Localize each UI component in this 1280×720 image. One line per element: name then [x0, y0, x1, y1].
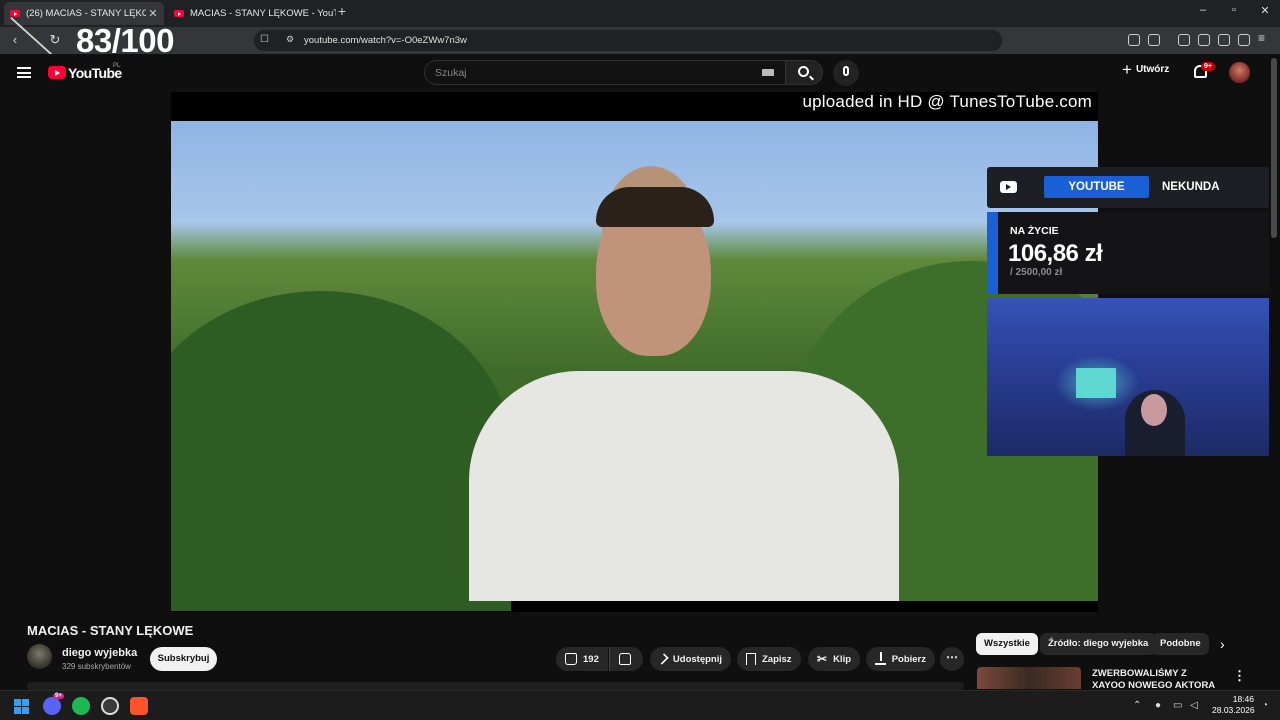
maximize-icon[interactable]: ▫ [1224, 4, 1244, 16]
search-button[interactable] [785, 60, 823, 85]
windows-start-icon[interactable] [14, 699, 29, 714]
back-icon[interactable]: ‹ [6, 32, 24, 47]
tab-title: MACIAS - STANY LĘKOWE - YouTube [190, 8, 336, 19]
overlay-tab-youtube: YOUTUBE [1044, 176, 1149, 198]
goal-amount: 106,86 zł [1008, 240, 1103, 267]
plus-icon: + [1122, 59, 1132, 79]
bookmark-icon[interactable]: ☐ [260, 34, 269, 45]
reload-icon[interactable]: ↻ [46, 32, 64, 48]
extensions-icon[interactable] [1128, 34, 1140, 46]
create-button[interactable]: + Utwórz [1122, 59, 1170, 79]
thumbs-down-icon [619, 653, 631, 665]
site-info-icon[interactable]: ⚙ [286, 34, 294, 45]
webcam-overlay [987, 298, 1269, 456]
clip-label: Klip [833, 653, 852, 665]
notification-center-icon[interactable]: ◔ [1262, 700, 1268, 711]
discord-badge: 9+ [53, 693, 64, 699]
brave-browser-icon[interactable] [130, 697, 148, 715]
app-icon[interactable] [101, 697, 119, 715]
address-bar[interactable]: ☐ ⚙ youtube.com/watch?v=-O0eZWw7n3w [254, 30, 1002, 51]
donation-goal: NA ŻYCIE 106,86 zł / 2500,00 zł [987, 212, 1269, 294]
video-frame [171, 121, 1098, 611]
account-avatar[interactable] [1229, 62, 1250, 83]
recommendation-title[interactable]: ZWERBOWALIŚMY Z XAYOO NOWEGO AKTORA [1092, 668, 1222, 690]
minimize-icon[interactable]: – [1193, 4, 1213, 16]
hamburger-menu-icon[interactable] [17, 67, 31, 78]
microphone-icon [843, 66, 849, 76]
keyboard-icon[interactable] [762, 69, 774, 76]
overlay-tab-nekunda: NEKUNDA [1162, 181, 1220, 193]
chip-related[interactable]: Podobne [1152, 633, 1209, 655]
menu-icon[interactable]: ≡ [1258, 31, 1270, 45]
recommendation-menu-icon[interactable]: ⋮ [1233, 668, 1246, 684]
subscriber-count: 329 subskrybentów [62, 662, 131, 671]
save-button[interactable]: Zapisz [737, 647, 801, 671]
chip-all[interactable]: Wszystkie [976, 633, 1038, 655]
goal-label: NA ŻYCIE [1010, 225, 1059, 237]
video-player[interactable]: uploaded in HD @ TunesToTube.com [171, 92, 1098, 612]
browser-tab-strip: (26) MACIAS - STANY LĘKOWE ✕ MACIAS - ST… [0, 0, 1280, 27]
notifications-badge: 9+ [1201, 62, 1215, 71]
voice-search-button[interactable] [833, 60, 859, 86]
search-input[interactable]: Szukaj [424, 60, 786, 85]
chevron-right-icon[interactable]: › [1220, 636, 1225, 652]
region-label: PL [113, 63, 121, 69]
more-actions-button[interactable]: ⋯ [940, 647, 964, 671]
goal-target: / 2500,00 zł [1010, 267, 1063, 278]
search-placeholder: Szukaj [435, 67, 467, 79]
dislike-button[interactable] [609, 647, 643, 671]
like-count: 192 [583, 653, 599, 665]
search-icon [798, 66, 809, 77]
clock-time: 18:46 [1232, 694, 1254, 704]
new-tab-button[interactable]: + [334, 3, 350, 19]
windows-taskbar: 9+ ⌃ ● ▭ ◁ 18:46 28.03.2026 ◔ [0, 690, 1280, 720]
download-icon [875, 652, 886, 665]
youtube-favicon-icon [174, 10, 184, 17]
share-button[interactable]: Udostępnij [650, 647, 731, 671]
page-scrollbar[interactable] [1271, 58, 1277, 238]
youtube-logo-icon[interactable] [48, 66, 66, 79]
tray-volume-icon[interactable]: ◁ [1190, 700, 1198, 711]
tab-title: (26) MACIAS - STANY LĘKOWE [26, 8, 146, 19]
close-tab-icon[interactable]: ✕ [146, 7, 160, 20]
chip-source[interactable]: Źródło: diego wyjebka [1040, 633, 1157, 655]
shield-icon[interactable] [1238, 34, 1250, 46]
discord-icon[interactable] [43, 697, 61, 715]
music-icon[interactable] [1178, 34, 1190, 46]
system-clock[interactable]: 18:46 28.03.2026 [1212, 694, 1255, 716]
close-window-icon[interactable]: ✕ [1255, 4, 1275, 17]
browser-tab-inactive[interactable]: MACIAS - STANY LĘKOWE - YouTube [168, 2, 336, 25]
video-watermark: uploaded in HD @ TunesToTube.com [802, 92, 1092, 111]
download-label: Pobierz [891, 653, 926, 665]
channel-name[interactable]: diego wyjebka [62, 647, 137, 659]
youtube-icon [1000, 181, 1017, 193]
spotify-icon[interactable] [72, 697, 90, 715]
share-label: Udostępnij [672, 653, 722, 665]
thumbs-up-icon [565, 653, 577, 665]
description-box[interactable] [27, 682, 964, 690]
download-button[interactable]: Pobierz [866, 647, 935, 671]
ai-icon[interactable] [1218, 34, 1230, 46]
share-icon [657, 653, 669, 665]
subscribe-button[interactable]: Subskrybuj [150, 647, 217, 671]
save-label: Zapisz [762, 653, 792, 665]
sidebar-icon[interactable] [1148, 34, 1160, 46]
clip-button[interactable]: ✂ Klip [808, 647, 860, 671]
create-label: Utwórz [1135, 64, 1170, 75]
recommendation-thumbnail[interactable] [977, 667, 1081, 689]
goal-accent-bar [987, 212, 998, 294]
scissors-icon: ✂ [817, 652, 828, 666]
video-title: MACIAS - STANY LĘKOWE [27, 623, 194, 638]
bookmark-save-icon [746, 653, 756, 665]
like-button[interactable]: 192 [556, 647, 608, 671]
channel-avatar[interactable] [27, 644, 52, 669]
stream-overlay-header: YOUTUBE NEKUNDA [987, 167, 1269, 208]
tray-network-icon[interactable]: ▭ [1173, 700, 1182, 711]
url-text: youtube.com/watch?v=-O0eZWw7n3w [304, 35, 467, 46]
tray-overflow-icon[interactable]: ⌃ [1133, 700, 1141, 711]
wallet-icon[interactable] [1198, 34, 1210, 46]
clock-date: 28.03.2026 [1212, 705, 1255, 715]
tray-mic-icon[interactable]: ● [1155, 700, 1161, 711]
